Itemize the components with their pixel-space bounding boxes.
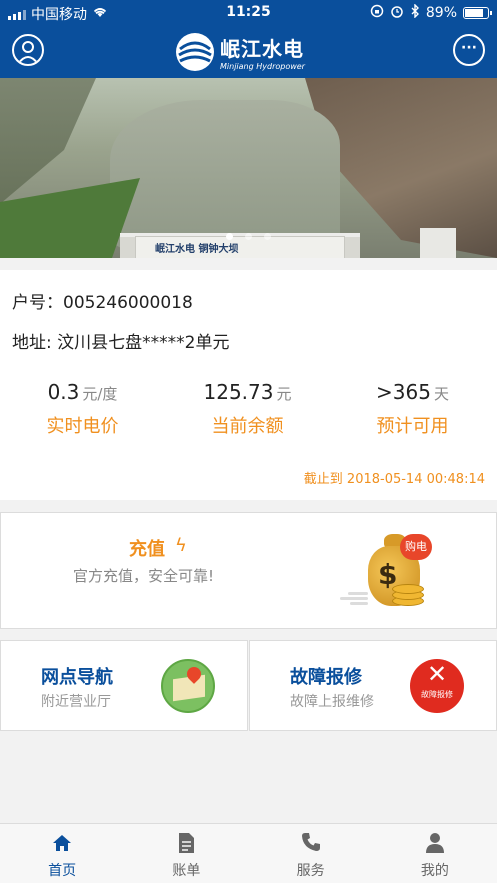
- tab-label: 账单: [172, 863, 201, 879]
- rotation-lock-icon: [370, 4, 384, 22]
- map-icon: [161, 659, 215, 713]
- stat-days-left: >365 天 预计可用: [330, 380, 495, 438]
- logo-mark-icon: [176, 33, 214, 71]
- tab-service[interactable]: 服务: [249, 824, 373, 883]
- stat-unit: 元/度: [82, 385, 118, 403]
- tile-subtitle: 故障上报维修: [290, 694, 374, 710]
- status-right: 89%: [370, 3, 492, 22]
- person-icon: [373, 832, 497, 856]
- buy-electricity-badge: 购电: [400, 534, 432, 560]
- alarm-icon: [390, 4, 404, 22]
- stat-price: 0.3 元/度 实时电价: [0, 380, 165, 438]
- outlet-navigation-tile[interactable]: 网点导航 附近营业厅: [0, 640, 248, 731]
- carousel-indicator: [0, 233, 497, 240]
- stat-balance: 125.73 元 当前余额: [165, 380, 330, 438]
- recharge-subtitle: 官方充值，安全可靠!: [73, 567, 215, 585]
- carousel-dot[interactable]: [245, 233, 252, 240]
- account-number: 005246000018: [63, 293, 193, 313]
- battery-percent: 89%: [425, 5, 457, 21]
- tile-title: 网点导航: [41, 667, 113, 688]
- tab-home[interactable]: 首页: [0, 824, 124, 883]
- logo-title: 岷江水电: [220, 37, 304, 61]
- wrench-screwdriver-glyph: ✕: [426, 660, 448, 688]
- stat-label: 实时电价: [46, 416, 119, 437]
- phone-icon: [249, 832, 373, 856]
- recharge-title: 充值: [129, 539, 165, 560]
- message-button[interactable]: ···: [453, 34, 485, 66]
- carousel-dot[interactable]: [226, 233, 233, 240]
- stat-value: >365: [376, 380, 431, 404]
- app-header: 岷江水电 Minjiang Hydropower ···: [0, 26, 497, 78]
- stat-value: 125.73: [203, 380, 274, 404]
- banner-dam-sign: 岷江水电 铜钟大坝: [155, 244, 239, 255]
- stat-unit: 天: [433, 385, 449, 403]
- tab-label: 首页: [48, 863, 77, 879]
- tools-icon: ✕ 故障报修: [410, 659, 464, 713]
- lightning-icon: ϟ: [175, 535, 187, 556]
- motion-lines-icon: [340, 592, 368, 606]
- carousel-dot[interactable]: [264, 233, 271, 240]
- fault-report-tile[interactable]: 故障报修 故障上报维修 ✕ 故障报修: [249, 640, 497, 731]
- app-logo: 岷江水电 Minjiang Hydropower: [176, 32, 305, 72]
- bottom-tab-bar: 首页 账单 服务 我的: [0, 823, 497, 883]
- banner-image-river: [110, 100, 340, 250]
- battery-icon: [463, 7, 492, 19]
- address-row: 地址: 汶川县七盘*****2单元: [12, 328, 229, 353]
- banner-carousel[interactable]: 岷江水电 铜钟大坝: [0, 78, 497, 258]
- tab-mine[interactable]: 我的: [373, 824, 497, 883]
- tile-title: 故障报修: [290, 667, 362, 688]
- home-icon: [0, 832, 124, 856]
- chat-icon: ···: [461, 40, 477, 56]
- account-number-row: 户号：005246000018: [12, 288, 193, 313]
- tools-icon-caption: 故障报修: [421, 690, 453, 699]
- status-bar: 中国移动 11:25 89%: [0, 0, 497, 26]
- bluetooth-icon: [410, 3, 420, 22]
- address-label: 地址:: [12, 333, 58, 353]
- address-value: 汶川县七盘*****2单元: [57, 333, 230, 353]
- tab-label: 我的: [420, 863, 449, 879]
- tab-label: 服务: [296, 863, 325, 879]
- service-tiles: 网点导航 附近营业厅 故障报修 故障上报维修 ✕ 故障报修: [0, 640, 497, 731]
- as-of-timestamp: 截止到 2018-05-14 00:48:14: [303, 472, 485, 487]
- account-card: 户号：005246000018 地址: 汶川县七盘*****2单元 0.3 元/度…: [0, 270, 497, 500]
- coins-icon: [392, 578, 424, 608]
- stats-row: 0.3 元/度 实时电价 125.73 元 当前余额 >365 天 预计可用: [0, 380, 497, 438]
- stat-label: 预计可用: [376, 416, 449, 437]
- user-profile-button[interactable]: [12, 34, 44, 66]
- logo-subtitle: Minjiang Hydropower: [220, 62, 305, 71]
- account-number-label: 户号：: [12, 293, 63, 313]
- stat-value: 0.3: [47, 380, 80, 404]
- tab-bill[interactable]: 账单: [124, 824, 248, 883]
- stat-unit: 元: [276, 385, 292, 403]
- stat-label: 当前余额: [211, 416, 284, 437]
- user-icon: [17, 41, 39, 64]
- tile-subtitle: 附近营业厅: [41, 694, 111, 710]
- bill-icon: [124, 832, 248, 856]
